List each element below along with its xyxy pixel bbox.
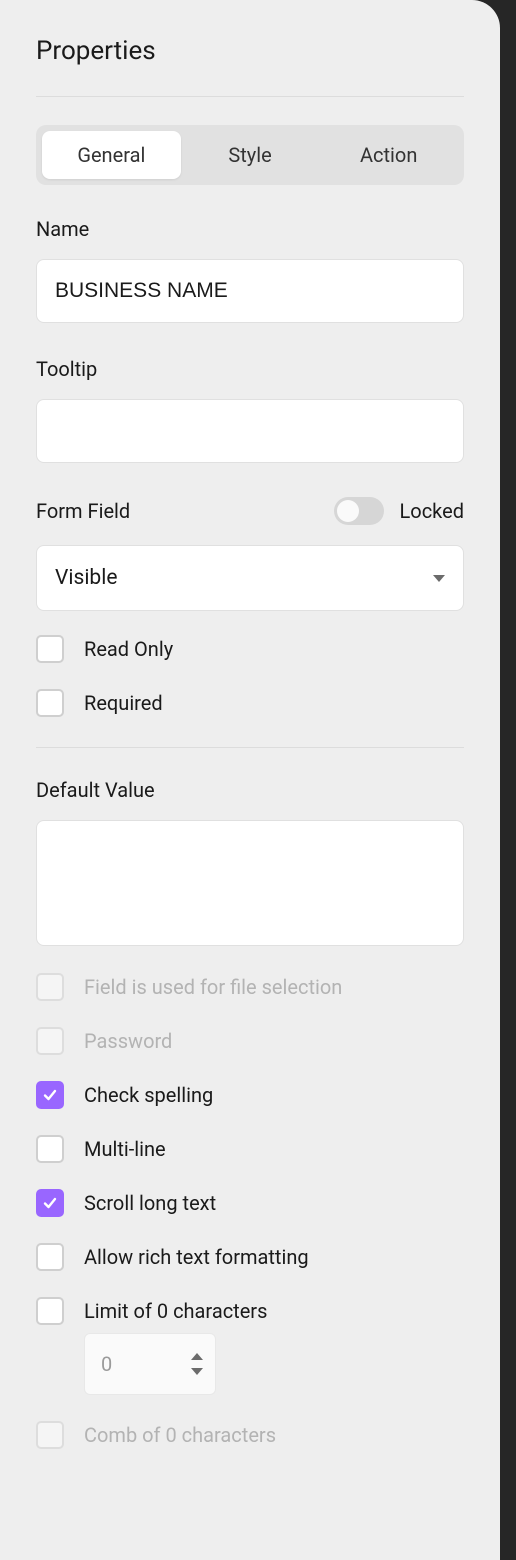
multiline-label: Multi-line [84,1137,166,1161]
locked-toggle[interactable] [334,497,384,525]
comb-chars-label: Comb of 0 characters [84,1423,276,1447]
divider [36,747,464,748]
tab-style[interactable]: Style [181,131,320,179]
tooltip-input[interactable] [36,399,464,463]
tabs: General Style Action [36,125,464,185]
chevron-down-icon [433,575,445,582]
form-field-label: Form Field [36,499,130,523]
file-selection-label: Field is used for file selection [84,975,342,999]
name-label: Name [36,217,464,241]
tab-general[interactable]: General [42,131,181,179]
default-value-label: Default Value [36,778,464,802]
locked-label: Locked [400,499,464,523]
name-input[interactable] [36,259,464,323]
limit-chars-value: 0 [101,1352,112,1376]
check-spelling-checkbox[interactable] [36,1081,64,1109]
stepper-down-icon[interactable] [191,1368,203,1375]
file-selection-checkbox [36,973,64,1001]
password-label: Password [84,1029,172,1053]
comb-chars-checkbox [36,1421,64,1449]
tooltip-label: Tooltip [36,357,464,381]
password-checkbox [36,1027,64,1055]
required-checkbox[interactable] [36,689,64,717]
readonly-checkbox[interactable] [36,635,64,663]
visibility-value: Visible [55,566,117,590]
rich-text-label: Allow rich text formatting [84,1245,309,1269]
scroll-long-text-checkbox[interactable] [36,1189,64,1217]
default-value-input[interactable] [36,820,464,946]
panel-title: Properties [36,36,464,66]
stepper-up-icon[interactable] [191,1353,203,1360]
toggle-knob [337,500,359,522]
readonly-label: Read Only [84,637,173,661]
limit-chars-label: Limit of 0 characters [84,1299,267,1323]
required-label: Required [84,691,163,715]
tab-action[interactable]: Action [319,131,458,179]
limit-chars-checkbox[interactable] [36,1297,64,1325]
divider [36,96,464,97]
visibility-select[interactable]: Visible [36,545,464,611]
check-spelling-label: Check spelling [84,1083,213,1107]
multiline-checkbox[interactable] [36,1135,64,1163]
rich-text-checkbox[interactable] [36,1243,64,1271]
scroll-long-text-label: Scroll long text [84,1191,216,1215]
limit-chars-stepper[interactable]: 0 [84,1333,216,1395]
